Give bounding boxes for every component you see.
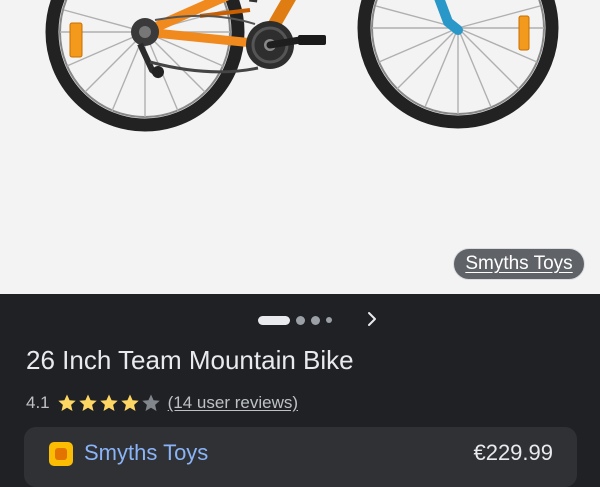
- store-logo-icon: [49, 442, 73, 466]
- offer-card[interactable]: Smyths Toys €229.99: [24, 427, 577, 487]
- source-chip-smyths-toys[interactable]: Smyths Toys: [453, 248, 585, 280]
- star-filled-icon: [120, 394, 139, 411]
- star-empty-icon: [141, 394, 160, 411]
- star-filled-icon: [99, 394, 118, 411]
- front-wheel: [357, 0, 559, 129]
- carousel-dot[interactable]: [326, 317, 332, 323]
- product-title: 26 Inch Team Mountain Bike: [26, 345, 354, 375]
- crankset: [246, 21, 326, 69]
- rating-stars: [57, 393, 161, 413]
- offer-price: €229.99: [473, 440, 553, 465]
- rating-value: 4.1: [26, 393, 50, 412]
- rating-row: 4.1 (14 user reviews): [26, 392, 298, 414]
- carousel-dot[interactable]: [311, 315, 320, 325]
- reviews-link[interactable]: (14 user reviews): [168, 393, 298, 413]
- carousel-indicator[interactable]: [258, 314, 332, 326]
- carousel-dot-active[interactable]: [258, 315, 290, 325]
- star-filled-icon: [78, 394, 97, 411]
- product-image-area[interactable]: Smyths Toys: [0, 0, 600, 294]
- star-filled-icon: [57, 394, 76, 411]
- carousel-dot[interactable]: [296, 315, 305, 325]
- store-name-link[interactable]: Smyths Toys: [84, 440, 208, 466]
- chevron-right-icon[interactable]: [362, 308, 382, 330]
